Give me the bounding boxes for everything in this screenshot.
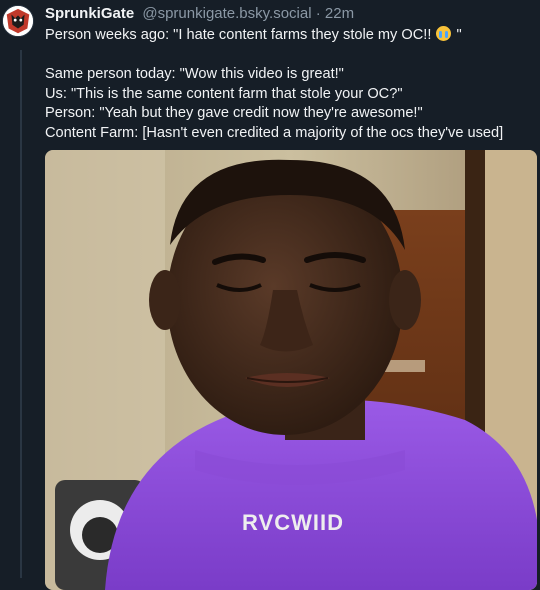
post-text: Person weeks ago: "I hate content farms … — [45, 26, 540, 143]
loudly-crying-face-icon — [436, 26, 452, 41]
shirt-print: RVCWIID — [242, 510, 344, 535]
author-name[interactable]: SprunkiGate — [45, 5, 134, 22]
post-line-end: " — [452, 27, 462, 43]
post-image[interactable]: RVCWIID — [45, 150, 537, 590]
post-line: Content Farm: [Hasn't even credited a ma… — [45, 124, 504, 141]
post-line-text: Person weeks ago: "I hate content farms … — [45, 27, 436, 43]
post: SprunkiGate @sprunkigate.bsky.social · 2… — [45, 4, 540, 143]
post-header: SprunkiGate @sprunkigate.bsky.social · 2… — [45, 4, 540, 24]
post-timestamp[interactable]: 22m — [325, 5, 354, 22]
header-separator: · — [315, 5, 321, 22]
thread-line — [20, 50, 22, 578]
avatar-logo-icon — [3, 6, 33, 36]
meme-photo: RVCWIID — [45, 150, 537, 590]
post-line: Person weeks ago: "I hate content farms … — [45, 26, 540, 46]
avatar[interactable] — [2, 5, 34, 37]
post-line: Us: "This is the same content farm that … — [45, 85, 403, 102]
post-line: Same person today: "Wow this video is gr… — [45, 66, 344, 82]
post-line: Person: "Yeah but they gave credit now t… — [45, 105, 423, 121]
author-handle[interactable]: @sprunkigate.bsky.social — [142, 5, 311, 22]
